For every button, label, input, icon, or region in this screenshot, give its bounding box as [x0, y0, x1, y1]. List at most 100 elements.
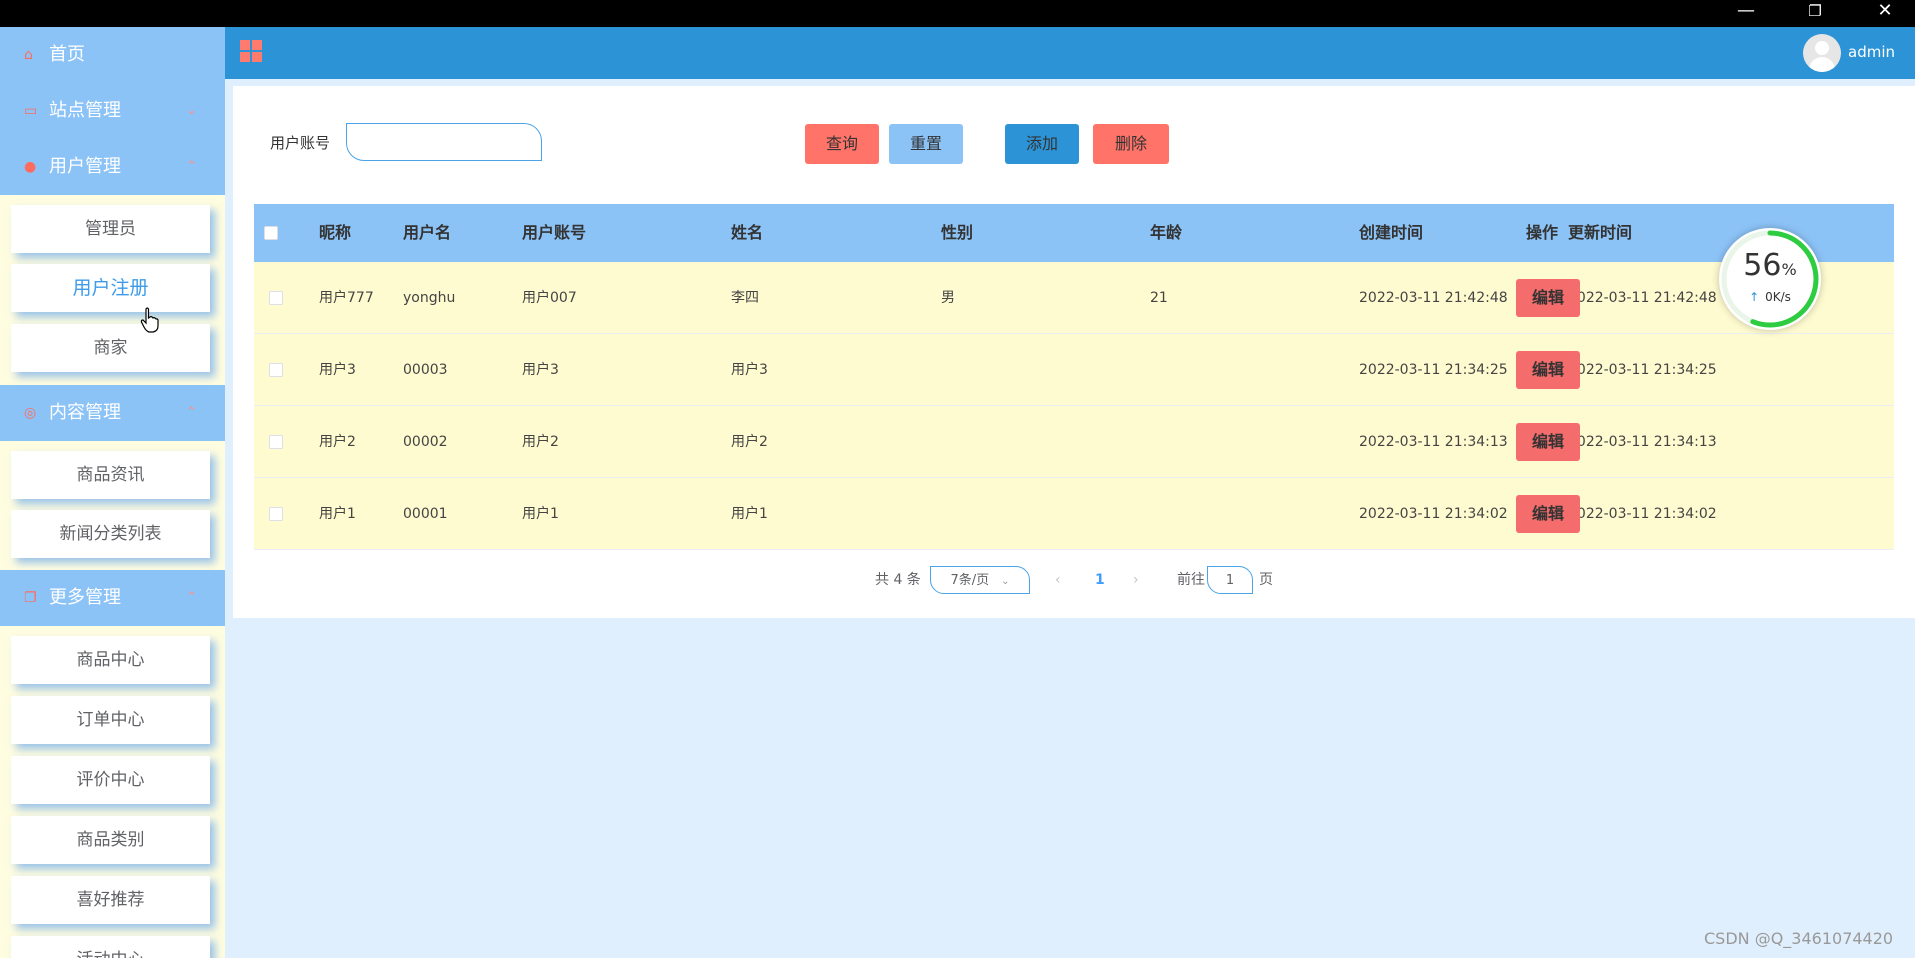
sidebar-item-preference[interactable]: 喜好推荐 [11, 876, 210, 924]
row-checkbox[interactable] [269, 507, 283, 521]
copy-icon: ❐ [24, 590, 37, 606]
sidebar-item-order-center[interactable]: 订单中心 [11, 696, 210, 744]
cell-updated: 2022-03-11 21:34:13 [1568, 434, 1717, 450]
col-nickname: 昵称 [319, 223, 352, 242]
sort-icon[interactable]: ⇳ [1428, 230, 1436, 241]
menu-more-label: 更多管理 [49, 587, 121, 608]
col-actions: 操作 [1526, 223, 1559, 242]
row-checkbox[interactable] [269, 435, 283, 449]
cell-account: 用户1 [522, 506, 559, 522]
cell-username: yonghu [403, 290, 456, 306]
table-row[interactable]: 用户3 00003 用户3 用户3 2022-03-11 21:34:25 2022-03… [254, 334, 1894, 406]
cell-username: 00003 [403, 362, 448, 378]
next-page-button[interactable]: › [1133, 566, 1139, 594]
goto-page-input[interactable]: 1 [1207, 566, 1253, 594]
cell-created: 2022-03-11 21:34:25 [1359, 362, 1508, 378]
add-button[interactable]: 添加 [1005, 124, 1079, 164]
table-row[interactable]: 用户1 00001 用户1 用户1 2022-03-11 21:34:02 2022-03… [254, 478, 1894, 550]
menu-sites[interactable]: ▭ 站点管理 ⌄ [0, 83, 225, 139]
col-updated-label: 更新时间 [1568, 223, 1633, 242]
sidebar-item-user-register[interactable]: 用户注册 [11, 264, 210, 312]
col-account: 用户账号 [522, 223, 587, 242]
chevron-up-icon: ⌃ [186, 405, 197, 420]
cell-name: 用户1 [731, 506, 768, 522]
cell-updated: 2022-03-11 21:34:25 [1568, 362, 1717, 378]
cell-updated: 2022-03-11 21:42:48 [1568, 290, 1717, 306]
cell-account: 用户2 [522, 434, 559, 450]
sidebar-item-product-center[interactable]: 商品中心 [11, 636, 210, 684]
minimize-button[interactable]: — [1716, 0, 1776, 27]
cell-nickname: 用户2 [319, 434, 356, 450]
search-input[interactable] [346, 123, 542, 161]
cell-nickname: 用户1 [319, 506, 356, 522]
sidebar-item-product-category[interactable]: 商品类别 [11, 816, 210, 864]
restore-button[interactable]: ❐ [1785, 0, 1845, 27]
cell-gender: 男 [941, 290, 955, 306]
table-row[interactable]: 用户777 yonghu 用户007 李四 男 21 2022-03-11 21:42:48… [254, 262, 1894, 334]
main-content: 用户账号 查询 重置 添加 删除 昵称 用户名 用户账号 姓名 性别 年龄 创建… [233, 86, 1915, 618]
avatar[interactable] [1803, 34, 1841, 72]
query-button[interactable]: 查询 [805, 124, 879, 164]
menu-users-label: 用户管理 [49, 156, 121, 177]
chevron-up-icon: ⌃ [186, 159, 197, 174]
col-username: 用户名 [403, 223, 452, 242]
menu-users[interactable]: ● 用户管理 ⌃ [0, 139, 225, 195]
cell-name: 李四 [731, 290, 759, 306]
window-title-bar: — ❐ ✕ [0, 0, 1915, 33]
cell-nickname: 用户3 [319, 362, 356, 378]
row-checkbox[interactable] [269, 291, 283, 305]
cell-created: 2022-03-11 21:34:02 [1359, 506, 1508, 522]
sidebar-item-admin[interactable]: 管理员 [11, 205, 210, 253]
close-button[interactable]: ✕ [1855, 0, 1915, 27]
hand-cursor-icon [140, 307, 159, 333]
cell-age: 21 [1150, 290, 1168, 306]
watermark: CSDN @Q_3461074420 [1704, 929, 1894, 948]
arrow-up-icon: ↑ [1749, 290, 1760, 304]
menu-content[interactable]: ◎ 内容管理 ⌃ [0, 385, 225, 441]
edit-button[interactable]: 编辑 [1516, 279, 1580, 317]
reset-button[interactable]: 重置 [889, 124, 963, 164]
chevron-down-icon: ⌄ [186, 103, 197, 118]
delete-button[interactable]: 删除 [1093, 124, 1169, 164]
prev-page-button[interactable]: ‹ [1055, 566, 1061, 594]
sidebar-item-news-category[interactable]: 新闻分类列表 [11, 510, 210, 558]
sort-icon[interactable]: ⇳ [1637, 230, 1645, 241]
username-label[interactable]: admin [1848, 43, 1895, 61]
edit-button[interactable]: 编辑 [1516, 495, 1580, 533]
col-created[interactable]: 创建时间 ⇳ [1359, 204, 1436, 262]
col-created-label: 创建时间 [1359, 223, 1424, 242]
col-updated[interactable]: 更新时间 ⇳ [1568, 204, 1645, 262]
cell-nickname: 用户777 [319, 290, 374, 306]
speed-percent: 56% [1743, 248, 1797, 283]
select-all-checkbox[interactable] [264, 226, 278, 240]
cell-username: 00002 [403, 434, 448, 450]
sidebar-item-merchant[interactable]: 商家 [11, 324, 210, 372]
cell-username: 00001 [403, 506, 448, 522]
sidebar-item-review-center[interactable]: 评价中心 [11, 756, 210, 804]
cell-name: 用户2 [731, 434, 768, 450]
goto-label: 前往 [1177, 572, 1205, 588]
page-number-current[interactable]: 1 [1095, 566, 1105, 594]
chevron-up-icon: ⌃ [186, 590, 197, 605]
page-size-value: 7条/页 [950, 573, 990, 588]
cell-created: 2022-03-11 21:42:48 [1359, 290, 1508, 306]
top-header: admin [225, 27, 1915, 79]
pagination-total: 共 4 条 [875, 572, 921, 588]
edit-button[interactable]: 编辑 [1516, 351, 1580, 389]
content-icon: ◎ [24, 405, 37, 421]
page-size-select[interactable]: 7条/页 ⌄ [930, 566, 1030, 594]
edit-button[interactable]: 编辑 [1516, 423, 1580, 461]
col-age: 年龄 [1150, 223, 1183, 242]
sidebar-item-activity-center[interactable]: 活动中心 [11, 936, 210, 958]
menu-more[interactable]: ❐ 更多管理 ⌃ [0, 570, 225, 626]
cell-account: 用户007 [522, 290, 577, 306]
menu-home[interactable]: ⌂ 首页 [0, 27, 225, 83]
grid-menu-icon[interactable] [240, 40, 264, 64]
speed-rate: ↑ 0K/s [1749, 290, 1791, 304]
cell-created: 2022-03-11 21:34:13 [1359, 434, 1508, 450]
sidebar: ⌂ 首页 ▭ 站点管理 ⌄ ● 用户管理 ⌃ 管理员 用户注册 商家 ◎ 内容管… [0, 27, 225, 958]
table-row[interactable]: 用户2 00002 用户2 用户2 2022-03-11 21:34:13 2022-03… [254, 406, 1894, 478]
sidebar-item-product-news[interactable]: 商品资讯 [11, 451, 210, 499]
network-speed-widget[interactable]: 56% ↑ 0K/s [1719, 228, 1821, 330]
row-checkbox[interactable] [269, 363, 283, 377]
